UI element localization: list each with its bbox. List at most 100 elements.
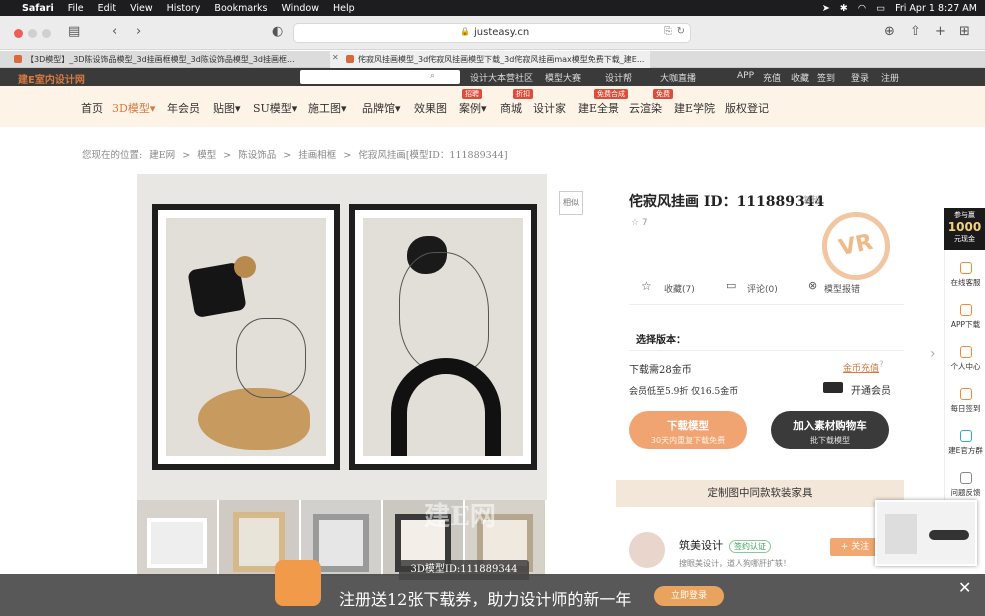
breadcrumb-sep: >	[343, 150, 352, 161]
tab-title: 【3D模型】_3D陈设饰品模型_3d挂画框模型_3d陈设饰品模型_3d挂画框..…	[26, 55, 295, 64]
thumbnail[interactable]	[137, 500, 217, 576]
site-favicon-icon	[346, 55, 354, 63]
nav-brands[interactable]: 品牌馆▾	[362, 100, 401, 116]
menu-view[interactable]: View	[130, 3, 153, 14]
site-search-input[interactable]	[300, 70, 460, 84]
headset-icon	[959, 262, 972, 274]
sidebar-feedback[interactable]: 问题反馈	[945, 472, 985, 498]
menu-bookmarks[interactable]: Bookmarks	[214, 3, 267, 14]
custom-furniture-bar[interactable]: 定制图中同款软装家具	[616, 480, 904, 507]
shield-icon[interactable]: ◐	[272, 24, 283, 39]
zoom-window-button[interactable]	[42, 29, 51, 38]
download-icon[interactable]: ⊕	[884, 24, 895, 39]
clock-text[interactable]: Fri Apr 1 8:27 AM	[895, 3, 977, 14]
tab-overview-icon[interactable]: ⊞	[959, 24, 970, 39]
sidebar-group[interactable]: 建E官方群	[945, 430, 985, 456]
top-link-community[interactable]: 设计大本营社区	[470, 71, 533, 84]
nav-cases[interactable]: 案例▾	[459, 100, 487, 116]
nav-membership[interactable]: 年会员	[167, 100, 200, 116]
download-model-button[interactable]: 下载模型 30天内重复下载免费	[629, 411, 747, 449]
sidebar-profile[interactable]: 个人中心	[945, 346, 985, 372]
menu-window[interactable]: Window	[282, 3, 319, 14]
favorite-button[interactable]: 收藏(7)	[664, 282, 695, 295]
nav-3d-models[interactable]: 3D模型▾	[112, 100, 155, 116]
vr-badge[interactable]: VR	[815, 205, 897, 287]
designer-name[interactable]: 筑美设计	[679, 537, 723, 553]
nav-su-models[interactable]: SU模型▾	[253, 100, 297, 116]
top-link-signin[interactable]: 签到	[817, 71, 835, 84]
similar-button[interactable]: 相似	[559, 191, 583, 215]
nav-cloud-render[interactable]: 云渲染	[629, 100, 662, 116]
translate-icon[interactable]: ⎘	[664, 26, 672, 37]
sidebar-app-download[interactable]: APP下载	[945, 304, 985, 330]
close-icon[interactable]: ✕	[958, 578, 971, 597]
minimize-window-button[interactable]	[28, 29, 37, 38]
close-window-button[interactable]	[14, 29, 23, 38]
menu-help[interactable]: Help	[333, 3, 355, 14]
search-icon[interactable]: ⌕	[430, 71, 435, 81]
menu-file[interactable]: File	[68, 3, 84, 14]
nav-textures[interactable]: 贴图▾	[213, 100, 241, 116]
top-link-help[interactable]: 设计帮	[605, 71, 632, 84]
new-tab-icon[interactable]: +	[935, 24, 946, 39]
nav-academy[interactable]: 建E学院	[674, 100, 715, 116]
banner-login-button[interactable]: 立即登录	[654, 586, 724, 606]
back-icon[interactable]: ‹	[112, 24, 117, 39]
nav-home[interactable]: 首页	[81, 100, 103, 116]
sidebar-signin[interactable]: 每日签到	[945, 388, 985, 414]
nav-panorama[interactable]: 建E全景	[578, 100, 619, 116]
designer-avatar[interactable]	[629, 532, 665, 568]
designer-desc: 搜眼美设计，道人狗哪肝扩轶！	[679, 559, 791, 568]
follow-button[interactable]: + 关注	[830, 538, 880, 556]
close-tab-icon[interactable]: ✕	[332, 53, 339, 62]
nav-mall[interactable]: 商城	[500, 100, 522, 116]
add-to-cart-button[interactable]: 加入素材购物车 批下载模型	[771, 411, 889, 449]
tab-current-product[interactable]: ✕ 侘寂风挂画模型_3d侘寂风挂画模型下载_3d侘寂风挂画max模型免费下载_建…	[330, 51, 650, 68]
user-icon	[959, 346, 972, 358]
nav-copyright[interactable]: 版权登记	[725, 100, 769, 116]
right-sidebar: 在线客服 APP下载 个人中心 每日签到 建E官方群 问题反馈	[944, 208, 985, 508]
nav-designers[interactable]: 设计家	[533, 100, 566, 116]
sidebar-icon[interactable]: ▤	[68, 24, 80, 39]
copy-id-link[interactable]: 复制	[803, 194, 819, 205]
menu-app-name[interactable]: Safari	[22, 3, 54, 14]
tab-3d-models[interactable]: 【3D模型】_3D陈设饰品模型_3d挂画框模型_3d陈设饰品模型_3d挂画框..…	[8, 51, 328, 68]
reload-icon[interactable]: ↻	[677, 26, 685, 37]
menu-edit[interactable]: Edit	[98, 3, 116, 14]
recharge-link[interactable]: 金币充值	[843, 361, 879, 374]
wifi-icon[interactable]: ◠	[858, 3, 866, 14]
share-icon[interactable]: ⇧	[910, 24, 921, 39]
top-link-recharge[interactable]: 充值	[763, 71, 781, 84]
top-link-login[interactable]: 登录	[851, 71, 869, 84]
address-bar[interactable]: 🔒 justeasy.cn ⎘ ↻	[293, 23, 691, 43]
nav-renderings[interactable]: 效果图	[414, 100, 447, 116]
location-icon[interactable]: ➤	[822, 3, 830, 14]
breadcrumb-frames[interactable]: 挂画相框	[298, 150, 336, 161]
top-link-favorites[interactable]: 收藏	[791, 71, 809, 84]
breadcrumb-models[interactable]: 模型	[197, 150, 216, 161]
site-logo[interactable]: 建E室内设计网	[18, 71, 85, 86]
top-link-contest[interactable]: 模型大赛	[545, 71, 581, 84]
battery-icon[interactable]: ▭	[876, 3, 885, 14]
comment-button[interactable]: 评论(0)	[747, 282, 778, 295]
certified-badge: 签约认证	[729, 540, 771, 553]
report-icon: ⊗	[808, 279, 818, 292]
bluetooth-icon[interactable]: ✱	[840, 3, 848, 14]
open-vip-link[interactable]: 开通会员	[851, 382, 891, 397]
page-preview-thumbnail[interactable]	[875, 500, 977, 566]
breadcrumb-decor[interactable]: 陈设饰品	[238, 150, 276, 161]
forward-icon[interactable]: ›	[136, 24, 141, 39]
divider	[629, 350, 904, 351]
product-main-image[interactable]	[137, 174, 547, 500]
chevron-right-icon[interactable]: ›	[930, 346, 936, 362]
top-link-live[interactable]: 大咖直播	[660, 71, 696, 84]
help-icon[interactable]: ?	[879, 360, 884, 370]
breadcrumb-home[interactable]: 建E网	[149, 150, 175, 161]
report-button[interactable]: 模型报错	[824, 282, 860, 295]
top-link-register[interactable]: 注册	[881, 71, 899, 84]
sidebar-promo[interactable]: 参与赢 1000 元现金	[944, 208, 985, 250]
top-link-app[interactable]: APP	[737, 71, 754, 81]
menu-history[interactable]: History	[167, 3, 201, 14]
nav-drawings[interactable]: 施工图▾	[308, 100, 347, 116]
sidebar-online-service[interactable]: 在线客服	[945, 262, 985, 288]
